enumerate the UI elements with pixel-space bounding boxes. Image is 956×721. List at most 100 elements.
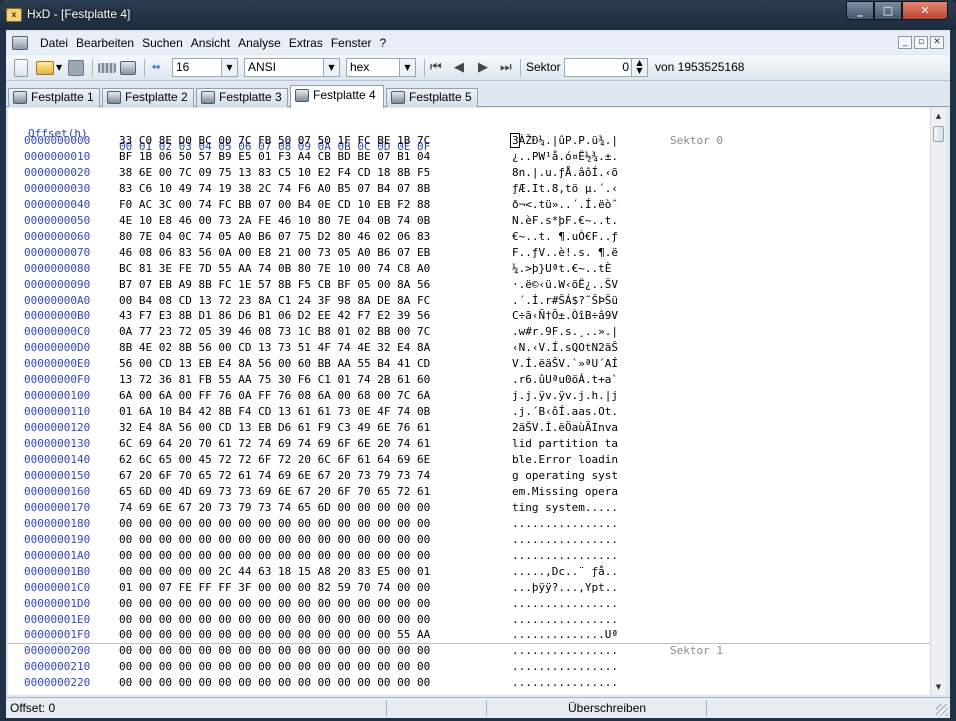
save-icon[interactable] [68,60,84,76]
row-hex-bytes[interactable]: 32 E4 8A 56 00 CD 13 EB D6 61 F9 C3 49 6… [119,421,430,434]
tab-festplatte-2[interactable]: Festplatte 2 [102,88,194,107]
close-button[interactable]: ✕ [902,1,948,20]
row-hex-bytes[interactable]: 62 6C 65 00 45 72 72 6F 72 20 6C 6F 61 6… [119,453,430,466]
bytes-per-row-select[interactable]: 16 ▼ [172,58,238,77]
new-file-icon[interactable] [14,59,28,77]
row-hex-bytes[interactable]: 00 00 00 00 00 00 00 00 00 00 00 00 00 0… [119,549,430,562]
row-ascii[interactable]: ................ [512,597,618,610]
row-hex-bytes[interactable]: 00 00 00 00 00 00 00 00 00 00 00 00 00 0… [119,517,430,530]
charset-select[interactable]: ANSI ▼ [244,58,340,77]
resize-grip[interactable] [936,704,948,716]
tab-festplatte-5[interactable]: Festplatte 5 [386,88,478,107]
row-ascii[interactable]: ..............Uª [512,628,618,641]
row-ascii[interactable]: 3ÀŽÐ¼.|ûP.P.ü¾.| [512,134,618,147]
tab-festplatte-1[interactable]: Festplatte 1 [8,88,100,107]
row-ascii[interactable]: ................ [512,517,618,530]
row-ascii[interactable]: .´.Í.r#ŠÁ$?˜ŠÞŠü [512,294,618,307]
row-hex-bytes[interactable]: 4E 10 E8 46 00 73 2A FE 46 10 80 7E 04 0… [119,214,430,227]
sector-spinner[interactable]: ▲ ▼ [631,59,647,76]
previous-sector-icon[interactable]: ◀ [454,59,464,77]
row-hex-bytes[interactable]: 6C 69 64 20 70 61 72 74 69 74 69 6F 6E 2… [119,437,430,450]
chevron-down-icon[interactable]: ▼ [399,59,415,76]
menu-item[interactable]: Datei [36,36,72,50]
row-hex-bytes[interactable]: 00 00 00 00 00 00 00 00 00 00 00 00 00 0… [119,644,430,657]
menu-item[interactable]: Extras [285,36,327,50]
row-hex-bytes[interactable]: F0 AC 3C 00 74 FC BB 07 00 B4 0E CD 10 E… [119,198,430,211]
row-hex-bytes[interactable]: 00 00 00 00 00 00 00 00 00 00 00 00 00 0… [119,628,430,641]
row-hex-bytes[interactable]: 00 00 00 00 00 00 00 00 00 00 00 00 00 0… [119,676,430,689]
row-ascii[interactable]: ting system..... [512,501,618,514]
row-hex-bytes[interactable]: 83 C6 10 49 74 19 38 2C 74 F6 A0 B5 07 B… [119,182,430,195]
row-ascii[interactable]: ................ [512,549,618,562]
row-ascii[interactable]: .w#r.9F.s.¸..».| [512,325,618,338]
ram-icon[interactable] [98,63,116,73]
menu-item[interactable]: Suchen [138,36,187,50]
row-hex-bytes[interactable]: 65 6D 00 4D 69 73 73 69 6E 67 20 6F 70 6… [119,485,430,498]
row-ascii[interactable]: V.Í.ëäŠV.`»ªU´AÍ [512,357,618,370]
row-ascii[interactable]: em.Missing opera [512,485,618,498]
row-ascii[interactable]: j.j.ÿv.ÿv.j.h.|j [512,389,618,402]
tab-festplatte-4[interactable]: Festplatte 4 [290,85,384,108]
menu-item[interactable]: Ansicht [187,36,234,50]
row-ascii[interactable]: 8n.|.u.ƒÅ.âôÍ.‹õ [512,166,618,179]
row-hex-bytes[interactable]: 33 C0 8E D0 BC 00 7C FB 50 07 50 1F FC B… [119,134,430,147]
row-ascii[interactable]: .....,Dc..¨ ƒå.. [512,565,618,578]
row-hex-bytes[interactable]: 13 72 36 81 FB 55 AA 75 30 F6 C1 01 74 2… [119,373,430,386]
row-hex-bytes[interactable]: 00 00 00 00 00 00 00 00 00 00 00 00 00 0… [119,660,430,673]
chevron-down-icon[interactable]: ▼ [323,59,339,76]
row-ascii[interactable]: 2äŠV.Í.ëÖaùÃInva [512,421,618,434]
status-mode[interactable]: Überschreiben [568,701,646,715]
disk-icon[interactable] [12,36,28,50]
row-hex-bytes[interactable]: 00 00 00 00 00 00 00 00 00 00 00 00 00 0… [119,613,430,626]
row-ascii[interactable]: ................ [512,660,618,673]
row-hex-bytes[interactable]: B7 07 EB A9 8B FC 1E 57 8B F5 CB BF 05 0… [119,278,430,291]
row-hex-bytes[interactable]: 38 6E 00 7C 09 75 13 83 C5 10 E2 F4 CD 1… [119,166,430,179]
row-ascii[interactable]: ·.ë©‹ü.W‹õË¿..ŠV [512,278,618,291]
menu-item[interactable]: Analyse [234,36,285,50]
row-ascii[interactable]: ¼.>þ}Uªt.€~..tÈ [512,262,618,275]
row-ascii[interactable]: lid partition ta [512,437,618,450]
mdi-restore-button[interactable]: ▫ [914,36,928,49]
row-hex-bytes[interactable]: 74 69 6E 67 20 73 79 73 74 65 6D 00 00 0… [119,501,430,514]
row-ascii[interactable]: ................ [512,613,618,626]
row-ascii[interactable]: ................ [512,644,618,657]
chevron-down-icon[interactable]: ▼ [221,59,237,76]
menu-item[interactable]: Fenster [327,36,376,50]
first-sector-icon[interactable]: ⏮ [430,59,442,77]
row-ascii[interactable]: ................ [512,533,618,546]
row-hex-bytes[interactable]: 80 7E 04 0C 74 05 A0 B6 07 75 D2 80 46 0… [119,230,430,243]
row-ascii[interactable]: g operating syst [512,469,618,482]
row-ascii[interactable]: ...þÿÿ?...‚Ypt.. [512,581,618,594]
scroll-down-icon[interactable]: ▼ [931,679,946,695]
row-ascii[interactable]: ‹N.‹V.Í.sQOtN2äŠ [512,341,618,354]
title-bar[interactable]: x HxD - [Festplatte 4] _ □ ✕ [0,0,956,30]
row-hex-bytes[interactable]: 01 6A 10 B4 42 8B F4 CD 13 61 61 73 0E 4… [119,405,430,418]
row-hex-bytes[interactable]: 8B 4E 02 8B 56 00 CD 13 73 51 4F 74 4E 3… [119,341,430,354]
mdi-minimize-button[interactable]: _ [898,36,912,49]
row-ascii[interactable]: ƒÆ.It.8,tö µ.´.‹ [512,182,618,195]
row-hex-bytes[interactable]: 67 20 6F 70 65 72 61 74 69 6E 67 20 73 7… [119,469,430,482]
row-hex-bytes[interactable]: BC 81 3E FE 7D 55 AA 74 0B 80 7E 10 00 7… [119,262,430,275]
last-sector-icon[interactable]: ⏭ [500,59,512,77]
row-hex-bytes[interactable]: 01 00 07 FE FF FF 3F 00 00 00 82 59 70 7… [119,581,430,594]
app-icon[interactable]: x [6,8,22,22]
menu-item[interactable]: ? [376,36,391,50]
disk-open-icon[interactable] [120,61,136,75]
scroll-up-icon[interactable]: ▲ [931,108,946,124]
row-hex-bytes[interactable]: 0A 77 23 72 05 39 46 08 73 1C B8 01 02 B… [119,325,430,338]
row-hex-bytes[interactable]: 00 00 00 00 00 00 00 00 00 00 00 00 00 0… [119,597,430,610]
scroll-thumb[interactable] [933,126,944,142]
row-ascii[interactable]: N.èF.s*þF.€~..t. [512,214,618,227]
row-ascii[interactable]: ð¬<.tü»..´.Í.ëòˆ [512,198,618,211]
row-hex-bytes[interactable]: 00 00 00 00 00 00 00 00 00 00 00 00 00 0… [119,533,430,546]
hex-editor[interactable]: Offset(h) 00 01 02 03 04 05 06 07 08 09 … [8,108,930,695]
sector-input[interactable]: 0 ▲ ▼ [564,58,648,77]
row-ascii[interactable]: €~..t. ¶.uÒ€F..ƒ [512,230,618,243]
maximize-button[interactable]: □ [874,1,902,20]
row-ascii[interactable]: ¿..PW¹å.ó¤Ë½¾.±. [512,150,618,163]
row-hex-bytes[interactable]: 43 F7 E3 8B D1 86 D6 B1 06 D2 EE 42 F7 E… [119,309,430,322]
open-folder-icon[interactable] [36,61,54,75]
next-sector-icon[interactable]: ▶ [478,59,488,77]
vertical-scrollbar[interactable]: ▲ ▼ [930,108,946,695]
minimize-button[interactable]: _ [846,1,874,20]
